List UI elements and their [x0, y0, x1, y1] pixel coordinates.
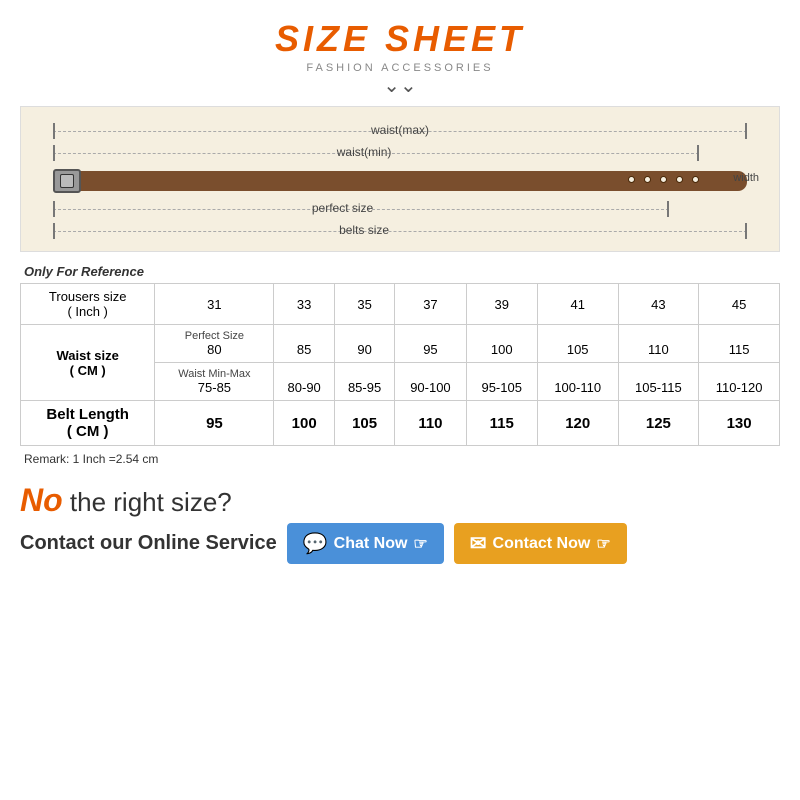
- belt-len-1: 100: [274, 401, 334, 446]
- belt-len-3: 110: [395, 401, 466, 446]
- chat-icon: 💬: [303, 531, 328, 556]
- mail-icon: ✉: [470, 531, 487, 556]
- belt-diagram: waist(max) waist(min): [20, 106, 780, 252]
- col-43: 43: [618, 284, 699, 325]
- col-33: 33: [274, 284, 334, 325]
- perfect-size-row: Waist size ( CM ) Perfect Size 80 x85 x9…: [21, 325, 780, 363]
- contact-now-button[interactable]: ✉ Contact Now ☞: [454, 523, 627, 564]
- col-39: 39: [466, 284, 537, 325]
- no-size-title: No the right size?: [20, 482, 780, 519]
- perfect-val-1: x85: [274, 325, 334, 363]
- table-header-row: Trousers size ( Inch ) 31 33 35 37 39 41…: [21, 284, 780, 325]
- contact-section: Contact our Online Service 💬 Chat Now ☞ …: [20, 523, 780, 564]
- chat-now-button[interactable]: 💬 Chat Now ☞: [287, 523, 444, 564]
- chat-btn-label: Chat Now: [334, 535, 408, 553]
- perfect-val-2: x90: [334, 325, 394, 363]
- perfect-val-4: x100: [466, 325, 537, 363]
- waist-val-4: x95-105: [466, 363, 537, 401]
- belt-holes: [628, 176, 699, 183]
- col-35: 35: [334, 284, 394, 325]
- remark: Remark: 1 Inch =2.54 cm: [24, 452, 780, 466]
- trousers-size-header: Trousers size ( Inch ): [21, 284, 155, 325]
- belt-len-5: 120: [537, 401, 618, 446]
- col-37: 37: [395, 284, 466, 325]
- belts-size-label: belts size: [339, 223, 389, 237]
- perfect-val-7: x115: [699, 325, 780, 363]
- belt-length-row: Belt Length ( CM ) 95 100 105 110 115 12…: [21, 401, 780, 446]
- contact-label: Contact our Online Service: [20, 532, 277, 555]
- width-label: width: [733, 172, 759, 184]
- belt-len-0: 95: [155, 401, 274, 446]
- main-title: SIZE SHEET: [20, 18, 780, 60]
- waist-minmax-label-cell: Waist Min-Max 75-85: [155, 363, 274, 401]
- subtitle: FASHION ACCESSORIES: [20, 62, 780, 74]
- belt-len-4: 115: [466, 401, 537, 446]
- waist-val-7: x110-120: [699, 363, 780, 401]
- contact-btn-label: Contact Now: [493, 535, 591, 553]
- no-word: No: [20, 482, 63, 518]
- hand-icon-contact: ☞: [596, 534, 610, 554]
- belt-len-7: 130: [699, 401, 780, 446]
- belt-len-2: 105: [334, 401, 394, 446]
- waist-max-label: waist(max): [371, 123, 429, 137]
- waist-val-6: x105-115: [618, 363, 699, 401]
- reference-note: Only For Reference: [24, 264, 780, 279]
- perfect-val-6: x110: [618, 325, 699, 363]
- belt-buckle: [53, 169, 81, 193]
- col-31: 31: [155, 284, 274, 325]
- perfect-val-3: x95: [395, 325, 466, 363]
- chevron-icon: ⌄⌄: [20, 76, 780, 96]
- title-section: SIZE SHEET FASHION ACCESSORIES ⌄⌄: [20, 18, 780, 96]
- perfect-size-label: perfect size: [312, 201, 373, 215]
- col-41: 41: [537, 284, 618, 325]
- belt-length-label-cell: Belt Length ( CM ): [21, 401, 155, 446]
- no-size-section: No the right size? Contact our Online Se…: [20, 482, 780, 564]
- waist-val-1: x80-90: [274, 363, 334, 401]
- col-45: 45: [699, 284, 780, 325]
- waist-val-5: x100-110: [537, 363, 618, 401]
- size-table: Trousers size ( Inch ) 31 33 35 37 39 41…: [20, 283, 780, 446]
- perfect-val-5: x105: [537, 325, 618, 363]
- perfect-label-cell: Perfect Size 80: [155, 325, 274, 363]
- no-size-question: the right size?: [70, 487, 232, 517]
- hand-icon-chat: ☞: [413, 534, 427, 554]
- waist-val-3: x90-100: [395, 363, 466, 401]
- belt-len-6: 125: [618, 401, 699, 446]
- waist-size-cell: Waist size ( CM ): [21, 325, 155, 401]
- waist-val-2: x85-95: [334, 363, 394, 401]
- waist-min-label: waist(min): [337, 145, 392, 159]
